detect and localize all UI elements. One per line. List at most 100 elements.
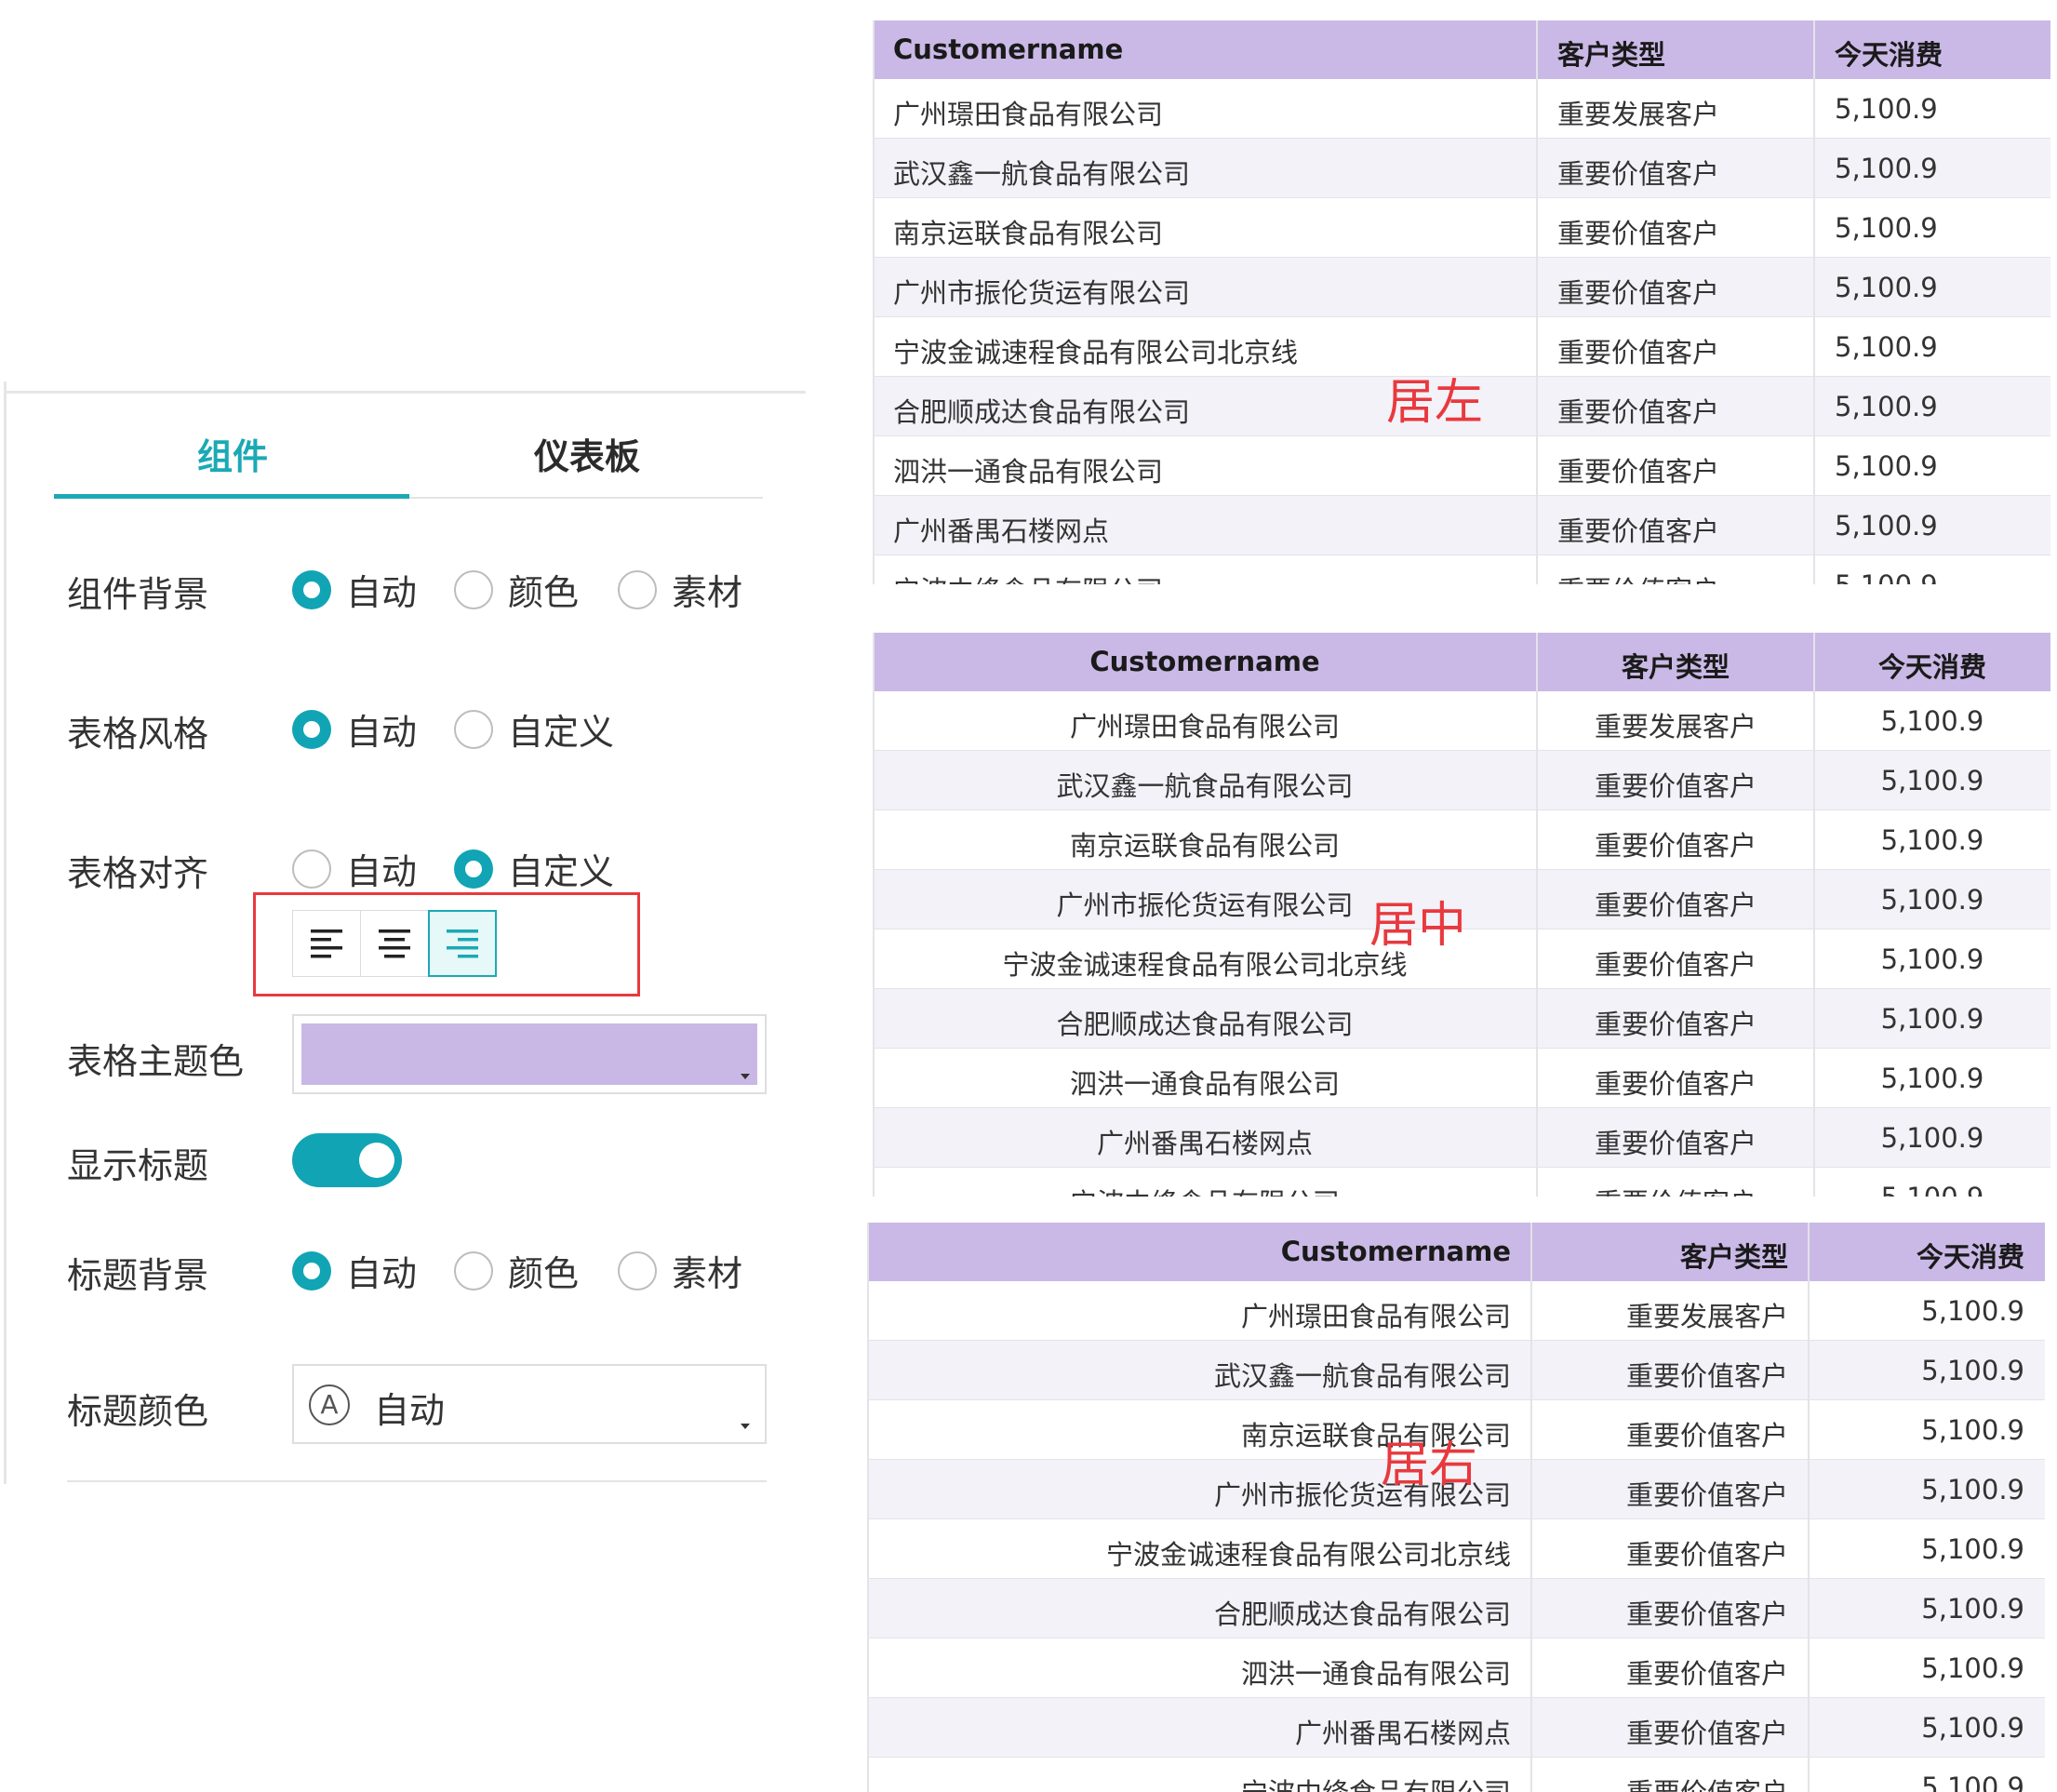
table-cell: 南京运联食品有限公司	[893, 218, 1164, 249]
table-cell: 5,100.9	[1880, 1063, 1984, 1094]
panel-top-divider	[4, 391, 806, 394]
table-cell: 5,100.9	[1835, 450, 1938, 482]
table-cell: 5,100.9	[1921, 1712, 2024, 1744]
title-background-material-radio[interactable]: 素材	[618, 1245, 742, 1296]
component-background-color-radio[interactable]: 颜色	[454, 564, 579, 615]
table-cell: 重要价值客户	[1557, 569, 1719, 584]
table-cell: 重要价值客户	[1594, 830, 1756, 862]
table-cell: 合肥顺成达食品有限公司	[1213, 1598, 1511, 1630]
table-align-label: 表格对齐	[67, 853, 209, 894]
column-divider	[1536, 20, 1538, 584]
table-align-custom-radio[interactable]: 自定义	[454, 843, 614, 894]
align-center-button[interactable]	[360, 910, 429, 977]
align-left-icon	[311, 929, 342, 958]
table-cell: 广州番禺石楼网点	[1294, 1718, 1511, 1749]
column-header[interactable]: Customername	[1281, 1236, 1511, 1267]
table-cell: 5,100.9	[1835, 510, 1938, 542]
theme-color-label: 表格主题色	[67, 1041, 245, 1082]
title-color-label: 标题颜色	[67, 1391, 209, 1432]
theme-color-select[interactable]	[292, 1014, 767, 1094]
table-cell: 武汉鑫一航食品有限公司	[1213, 1360, 1511, 1392]
table-style-auto-radio[interactable]: 自动	[292, 703, 417, 755]
table-cell: 重要价值客户	[1594, 949, 1756, 981]
table-cell: 宁波中绛食品有限公司	[893, 569, 1163, 584]
table-cell: 5,100.9	[1921, 1772, 2024, 1792]
table-cell: 重要价值客户	[1557, 337, 1720, 368]
column-header[interactable]: 客户类型	[1537, 646, 1814, 685]
tab-dashboard[interactable]: 仪表板	[534, 428, 640, 479]
column-header[interactable]: 今天消费	[1814, 646, 2050, 685]
table-cell: 重要价值客户	[1557, 456, 1720, 488]
column-header[interactable]: 客户类型	[1557, 33, 1665, 73]
title-color-select[interactable]: A 自动	[292, 1364, 767, 1444]
table-cell: 5,100.9	[1835, 212, 1938, 244]
panel-bottom-divider	[67, 1480, 767, 1482]
table-cell: 重要价值客户	[1594, 1009, 1756, 1040]
radio-checked-icon	[292, 569, 331, 609]
table-cell: 5,100.9	[1835, 331, 1938, 363]
title-background-auto-radio[interactable]: 自动	[292, 1245, 417, 1296]
column-header[interactable]: Customername	[873, 646, 1537, 677]
theme-color-swatch	[301, 1023, 757, 1085]
show-title-label: 显示标题	[67, 1145, 209, 1186]
component-background-auto-radio[interactable]: 自动	[292, 564, 417, 615]
table-align-auto-radio[interactable]: 自动	[292, 843, 417, 894]
align-right-button[interactable]	[428, 910, 497, 977]
table-cell: 5,100.9	[1921, 1593, 2024, 1625]
table-cell: 武汉鑫一航食品有限公司	[1056, 770, 1354, 802]
table-cell: 宁波金诚速程食品有限公司北京线	[893, 337, 1299, 368]
radio-checked-icon	[454, 849, 493, 889]
table-style-label: 表格风格	[67, 714, 209, 755]
table-cell: 广州市振伦货运有限公司	[893, 277, 1191, 309]
caret-down-icon	[741, 1424, 750, 1429]
column-header[interactable]: 今天消费	[1917, 1236, 2024, 1275]
table-cell: 5,100.9	[1880, 765, 1984, 796]
table-cell: 重要价值客户	[1594, 1068, 1756, 1100]
table-cell: 广州番禺石楼网点	[1096, 1128, 1313, 1159]
radio-unchecked-icon	[454, 1250, 493, 1291]
table-cell: 宁波中绛食品有限公司	[1241, 1772, 1511, 1792]
table-cell: 5,100.9	[1880, 705, 1984, 737]
table-cell: 5,100.9	[1835, 272, 1938, 303]
table-cell: 5,100.9	[1814, 1182, 2050, 1197]
radio-unchecked-icon	[454, 709, 493, 749]
column-header[interactable]: 客户类型	[1680, 1236, 1788, 1275]
component-background-material-radio[interactable]: 素材	[618, 564, 742, 615]
table-cell: 5,100.9	[1921, 1355, 2024, 1386]
column-divider	[1813, 20, 1815, 584]
table-cell: 重要价值客户	[1557, 218, 1720, 249]
radio-unchecked-icon	[292, 849, 331, 889]
table-cell: 广州璟田食品有限公司	[893, 99, 1164, 130]
table-style-custom-radio[interactable]: 自定义	[454, 703, 614, 755]
table-cell: 重要价值客户	[1625, 1598, 1788, 1630]
table-cell: 广州璟田食品有限公司	[1069, 711, 1340, 742]
table-left-border	[867, 1223, 869, 1792]
table-cell: 5,100.9	[1835, 569, 1938, 584]
table-align-left: Customername 客户类型 今天消费 广州璟田食品有限公司 重要发展客户 5,10…	[873, 20, 2050, 584]
table-cell: 重要价值客户	[1594, 770, 1756, 802]
column-divider	[1808, 1223, 1810, 1792]
table-cell: 5,100.9	[1880, 824, 1984, 856]
table-cell: 重要价值客户	[1537, 1182, 1814, 1197]
column-header[interactable]: Customername	[893, 33, 1123, 65]
title-background-color-radio[interactable]: 颜色	[454, 1245, 579, 1296]
align-left-button[interactable]	[292, 910, 361, 977]
table-cell: 重要价值客户	[1625, 1539, 1788, 1571]
font-color-icon: A	[309, 1384, 350, 1425]
show-title-toggle[interactable]	[292, 1133, 402, 1187]
title-color-value: 自动	[374, 1390, 446, 1431]
table-cell: 南京运联食品有限公司	[1069, 830, 1340, 862]
align-button-group	[292, 910, 497, 977]
tab-component[interactable]: 组件	[197, 428, 268, 479]
column-header[interactable]: 今天消费	[1835, 33, 1943, 73]
table-cell: 5,100.9	[1921, 1652, 2024, 1684]
table-cell: 宁波中绛食品有限公司	[873, 1182, 1537, 1197]
table-align-right: Customername 客户类型 今天消费 广州璟田食品有限公司 重要发展客户 5,10…	[867, 1223, 2045, 1792]
table-cell: 5,100.9	[1835, 93, 1938, 125]
table-cell: 重要发展客户	[1625, 1301, 1788, 1332]
radio-checked-icon	[292, 1250, 331, 1291]
radio-unchecked-icon	[618, 1250, 657, 1291]
table-cell: 合肥顺成达食品有限公司	[1056, 1009, 1354, 1040]
table-cell: 5,100.9	[1835, 391, 1938, 422]
table-cell: 重要价值客户	[1625, 1718, 1788, 1749]
